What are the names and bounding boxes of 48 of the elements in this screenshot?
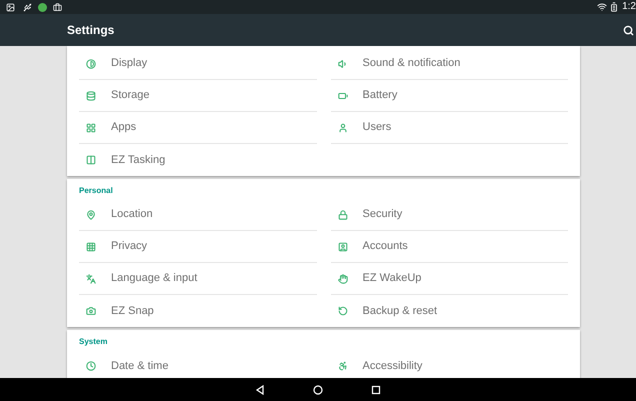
speaker-icon [338,58,348,68]
clock-icon [86,361,96,371]
accessibility-icon [338,361,348,371]
settings-item[interactable]: Language & input [79,263,316,295]
app-icon [38,2,47,12]
search-button[interactable] [623,24,634,36]
account-icon [338,242,348,252]
app-bar-title: Settings [67,22,114,39]
settings-item[interactable]: Battery [330,80,568,112]
settings-item[interactable]: Privacy [79,231,316,263]
split-window-icon [86,155,96,165]
settings-item[interactable]: Accessibility [330,350,568,378]
settings-item[interactable]: Users [330,112,568,144]
back-button[interactable] [255,384,265,394]
contrast-icon [86,58,96,68]
settings-item[interactable]: Apps [79,112,316,144]
briefcase-icon [53,2,62,12]
camera-icon [86,306,96,316]
restore-icon [338,306,348,316]
settings-item[interactable]: EZ Snap [79,295,316,327]
clock-time: 1:2 [622,2,636,12]
grid-icon [86,242,96,252]
battery-icon [338,90,348,100]
settings-item[interactable]: Security [330,199,568,231]
usb-icon [23,2,32,12]
apps-icon [86,122,96,132]
settings-item[interactable]: Location [79,199,316,231]
settings-item[interactable]: Display [79,48,316,80]
location-pin-icon [86,210,96,220]
section-header: Personal [79,185,114,197]
image-icon [6,2,15,12]
home-button[interactable] [313,384,323,394]
settings-item[interactable]: Sound & notification [330,48,568,80]
settings-item[interactable]: Backup & reset [330,295,568,327]
section-header: System [79,336,108,348]
wifi-icon [597,2,608,12]
recents-button[interactable] [371,384,381,394]
language-icon [86,274,96,284]
person-icon [338,122,348,132]
settings-item[interactable]: Storage [79,80,316,112]
settings-item[interactable]: Date & time [79,350,316,378]
settings-item[interactable]: Accounts [330,231,568,263]
settings-item[interactable]: EZ Tasking [79,144,316,176]
settings-item[interactable]: EZ WakeUp [330,263,568,295]
lock-icon [338,210,348,220]
hand-icon [338,274,348,284]
storage-icon [86,90,96,100]
battery-status-icon [609,2,620,12]
